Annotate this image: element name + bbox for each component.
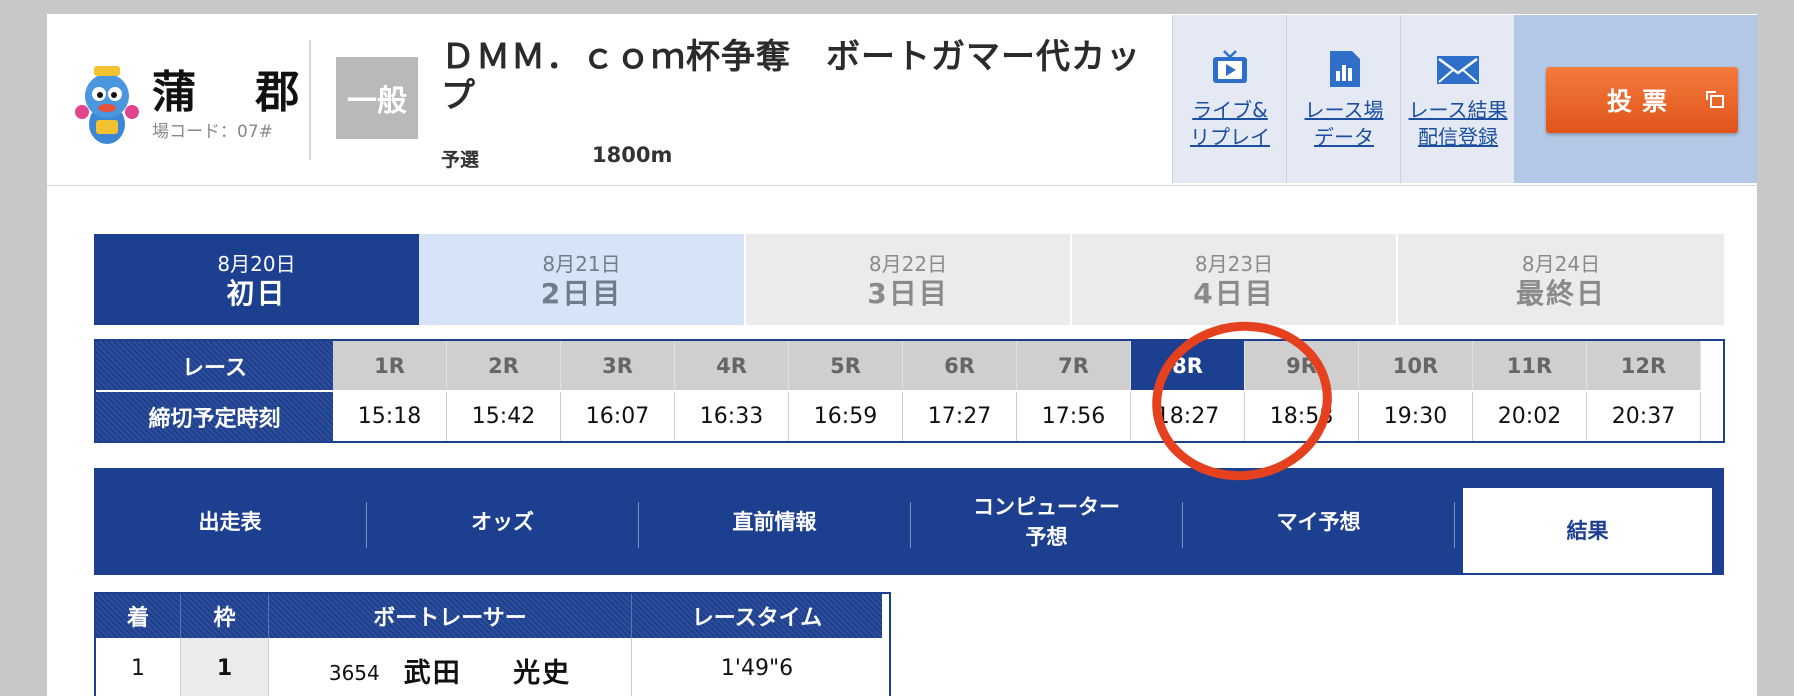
race-3r[interactable]: 3R [561,341,675,390]
mascot-logo [75,66,139,144]
result-racer: 3654 武田 光史 [269,638,632,696]
live-replay-link[interactable]: ライブ& リプレイ [1172,15,1287,183]
result-race-time: 1'49"6 [720,655,794,681]
result-place: 1 [96,638,181,696]
external-window-icon [1706,91,1724,108]
deadline-time: 20:02 [1473,392,1587,441]
tab-entries[interactable]: 出走表 [94,489,366,554]
day-tabs: 8月20日 初日 8月21日 2日目 8月22日 3日目 8月23日 4日目 8… [94,234,1724,325]
race-distance: 1800m [592,143,673,167]
race-grid: レース 締切予定時刻 1R 2R 3R 4R 5R 6R 7R 8R 9R 10… [94,339,1725,443]
race-10r[interactable]: 10R [1359,341,1473,390]
venue-code: 場コード：07# [152,122,273,142]
day-tab-5: 8月24日 最終日 [1398,234,1724,325]
column-header-racer: ボートレーサー [269,594,632,638]
deadline-time: 17:56 [1017,392,1131,441]
venue-data-link[interactable]: レース場 データ [1286,15,1401,183]
link-label: データ [1314,125,1374,149]
results-table: 着 枠 ボートレーサー レースタイム 1 1 3654 武田 光史 1'49"6 [94,592,891,696]
tab-computer-prediction[interactable]: コンピューター 予想 [911,489,1182,554]
deadline-time: 18:58 [1245,392,1359,441]
vote-label: 投票 [1606,87,1677,116]
vote-button[interactable]: 投票 [1546,67,1738,133]
day-tab-1[interactable]: 8月20日 初日 [94,234,419,325]
race-4r[interactable]: 4R [675,341,789,390]
race-7r[interactable]: 7R [1017,341,1131,390]
column-header-race-time: レースタイム [632,594,882,638]
deadline-header-cell: 締切予定時刻 [96,392,333,441]
tab-results[interactable]: 結果 [1463,488,1712,573]
link-label: リプレイ [1190,125,1270,149]
divider [309,40,311,160]
day-tab-4: 8月23日 4日目 [1072,234,1396,325]
race-1r[interactable]: 1R [333,341,447,390]
race-8r[interactable]: 8R [1131,341,1245,390]
deadline-time: 20:37 [1587,392,1701,441]
race-6r[interactable]: 6R [903,341,1017,390]
day-tab-2[interactable]: 8月21日 2日目 [419,234,744,325]
race-header-cell: レース [96,341,333,390]
grade-badge: 一般 [336,57,418,139]
vote-area: 投票 [1514,15,1757,183]
column-header-place: 着 [96,594,181,638]
link-label: レース結果 [1408,98,1508,122]
deadline-time: 16:33 [675,392,789,441]
deadline-time: 16:07 [561,392,675,441]
racer-name: 武田 光史 [403,657,572,689]
race-header: 蒲 郡 場コード：07# 一般 ＤＭＭ．ｃｏｍ杯争奪 ボートガマー代カップ 予選… [47,14,1757,186]
deadline-time: 15:18 [333,392,447,441]
race-title: ＤＭＭ．ｃｏｍ杯争奪 ボートガマー代カップ [441,37,1141,116]
link-label: レース場 [1304,98,1384,122]
tab-my-prediction[interactable]: マイ予想 [1183,489,1454,554]
race-12r[interactable]: 12R [1587,341,1701,390]
race-page: 蒲 郡 場コード：07# 一般 ＤＭＭ．ｃｏｍ杯争奪 ボートガマー代カップ 予選… [47,14,1757,696]
tv-play-icon [1213,50,1247,83]
tab-pre-race-info[interactable]: 直前情報 [639,489,910,554]
deadline-time: 15:42 [447,392,561,441]
race-class: 予選 [441,149,480,171]
link-label: ライブ& [1192,98,1268,122]
mail-icon [1437,56,1479,84]
content-tabs: 出走表 オッズ 直前情報 コンピューター 予想 マイ予想 結果 [94,468,1724,575]
result-frame: 1 [181,638,269,696]
tab-label: 予想 [1025,524,1068,549]
venue-name: 蒲 郡 [152,67,322,118]
document-chart-icon [1330,51,1360,87]
column-header-frame: 枠 [181,594,269,638]
day-name: 4日目 [1193,277,1275,310]
day-name: 3日目 [867,277,949,310]
race-2r[interactable]: 2R [447,341,561,390]
deadline-time: 17:27 [903,392,1017,441]
day-name: 初日 [226,277,287,310]
tab-separator [1454,502,1455,548]
racer-id: 3654 [328,661,380,685]
deadline-time: 19:30 [1359,392,1473,441]
race-11r[interactable]: 11R [1473,341,1587,390]
link-label: 配信登録 [1418,125,1498,149]
tab-label: コンピューター [973,494,1120,519]
deadline-time: 16:59 [789,392,903,441]
deadline-time: 18:27 [1131,392,1245,441]
race-5r[interactable]: 5R [789,341,903,390]
day-name: 最終日 [1515,277,1606,310]
day-tab-3: 8月22日 3日目 [746,234,1070,325]
result-mail-link[interactable]: レース結果 配信登録 [1400,15,1515,183]
race-9r[interactable]: 9R [1245,341,1359,390]
tab-odds[interactable]: オッズ [367,489,638,554]
day-name: 2日目 [540,277,623,310]
